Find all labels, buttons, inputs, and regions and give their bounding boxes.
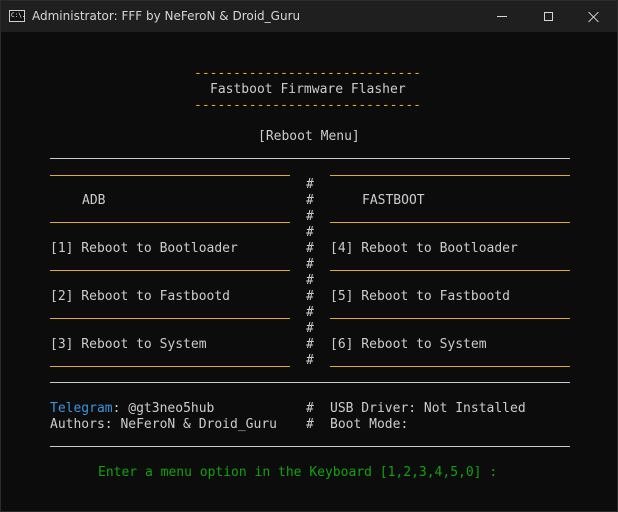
- left-rule-2: [50, 222, 290, 223]
- menu-heading: [Reboot Menu]: [258, 129, 360, 144]
- close-button[interactable]: [571, 1, 617, 32]
- option-2-reboot-fastbootd: [2] Reboot to Fastbootd: [50, 289, 231, 304]
- divider-middle: [50, 382, 570, 383]
- separator-hash: #: [306, 401, 314, 416]
- right-rule-3: [330, 270, 570, 271]
- authors-line: Authors: NeFeroN & Droid_Guru: [50, 417, 277, 432]
- title-bar[interactable]: C:\. Administrator: FFF by NeFeroN & Dro…: [1, 1, 617, 32]
- separator-hash: #: [306, 177, 314, 192]
- option-5-reboot-fastbootd: [5] Reboot to Fastbootd: [330, 289, 511, 304]
- maximize-button[interactable]: [525, 1, 571, 32]
- app-title: Fastboot Firmware Flasher: [210, 82, 406, 97]
- option-3-reboot-system: [3] Reboot to System: [50, 337, 207, 352]
- separator-hash: #: [306, 209, 314, 224]
- console-window: C:\. Administrator: FFF by NeFeroN & Dro…: [0, 0, 618, 512]
- separator-hash: #: [306, 417, 314, 432]
- window-title: Administrator: FFF by NeFeroN & Droid_Gu…: [32, 9, 301, 23]
- right-rule-1: [330, 175, 570, 176]
- fastboot-column-title: FASTBOOT: [362, 193, 425, 208]
- left-rule-3: [50, 270, 290, 271]
- separator-hash: #: [306, 225, 314, 240]
- option-1-reboot-bootloader: [1] Reboot to Bootloader: [50, 241, 238, 256]
- console-app-icon[interactable]: C:\.: [9, 10, 25, 22]
- right-rule-4: [330, 318, 570, 319]
- menu-prompt: Enter a menu option in the Keyboard [1,2…: [98, 465, 498, 480]
- boot-mode-status: Boot Mode:: [330, 417, 409, 432]
- minimize-button[interactable]: [479, 1, 525, 32]
- separator-hash: #: [306, 337, 314, 352]
- separator-hash: #: [306, 353, 314, 368]
- close-icon: [588, 11, 600, 23]
- left-rule-5: [50, 366, 290, 367]
- divider-bottom: [50, 446, 570, 447]
- separator-hash: #: [306, 257, 314, 272]
- usb-driver-status: USB Driver: Not Installed: [330, 401, 526, 416]
- divider-top: [50, 158, 570, 159]
- left-rule-4: [50, 318, 290, 319]
- separator-hash: #: [306, 289, 314, 304]
- option-4-reboot-bootloader: [4] Reboot to Bootloader: [330, 241, 518, 256]
- right-rule-5: [330, 366, 570, 367]
- telegram-line: Telegram: @gt3neo5hub: [50, 401, 214, 417]
- minimize-icon: [497, 16, 507, 17]
- option-6-reboot-system: [6] Reboot to System: [330, 337, 487, 352]
- separator-hash: #: [306, 321, 314, 336]
- right-rule-2: [330, 222, 570, 223]
- header-dashes-top: -----------------------------: [194, 66, 421, 81]
- console-output[interactable]: ----------------------------- Fastboot F…: [1, 32, 617, 511]
- left-rule-1: [50, 175, 290, 176]
- maximize-icon: [543, 12, 553, 21]
- telegram-handle: : @gt3neo5hub: [112, 401, 215, 416]
- separator-hash: #: [306, 193, 314, 208]
- telegram-label: Telegram: [50, 401, 113, 416]
- separator-hash: #: [306, 241, 314, 256]
- adb-column-title: ADB: [82, 193, 106, 208]
- separator-hash: #: [306, 305, 314, 320]
- separator-hash: #: [306, 273, 314, 288]
- header-dashes-bottom: -----------------------------: [194, 98, 421, 113]
